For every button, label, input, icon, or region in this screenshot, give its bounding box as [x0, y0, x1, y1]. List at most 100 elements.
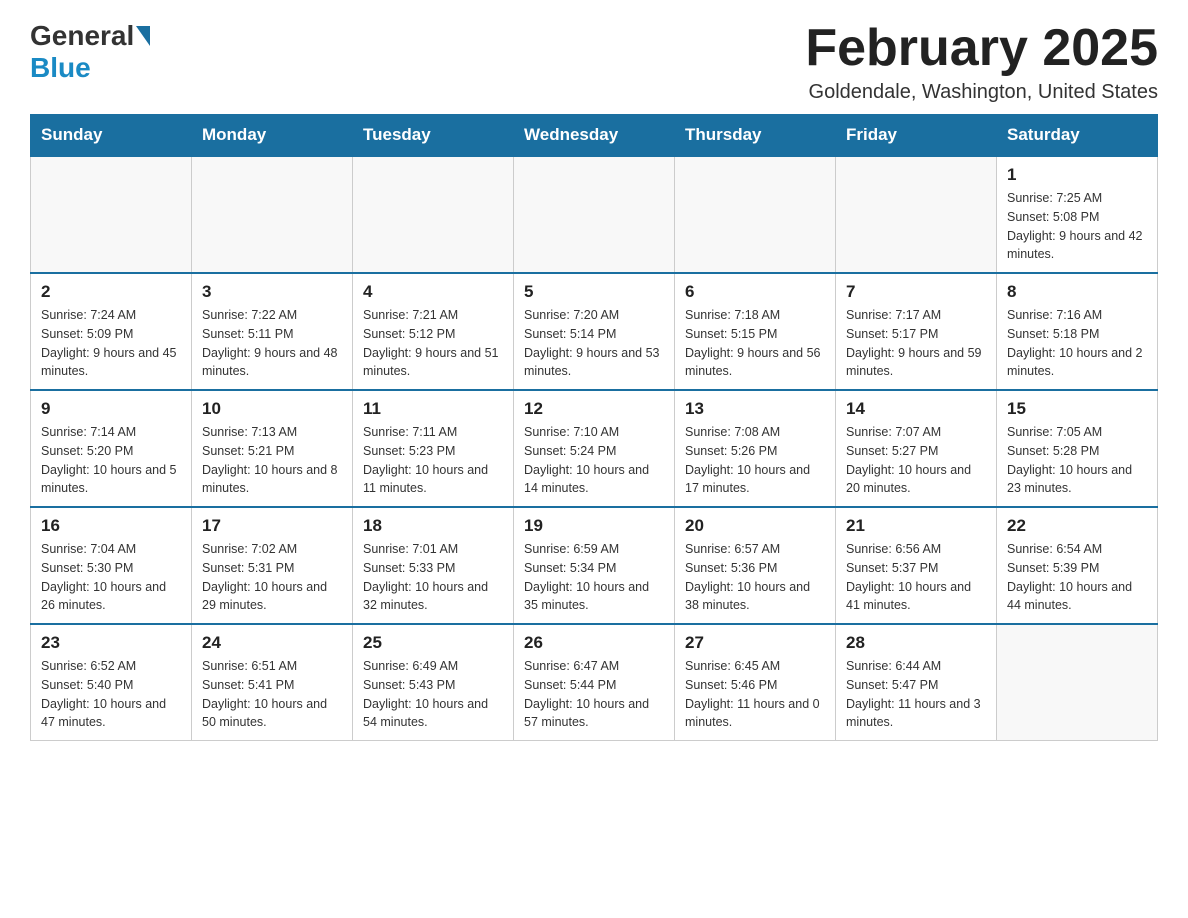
day-number: 4 [363, 282, 503, 302]
day-info: Sunrise: 6:56 AM Sunset: 5:37 PM Dayligh… [846, 540, 986, 615]
day-number: 2 [41, 282, 181, 302]
day-number: 27 [685, 633, 825, 653]
day-number: 3 [202, 282, 342, 302]
day-of-week-header: Friday [836, 115, 997, 157]
calendar-day-cell: 17 Sunrise: 7:02 AM Sunset: 5:31 PM Dayli… [192, 507, 353, 624]
day-number: 28 [846, 633, 986, 653]
month-title: February 2025 [805, 20, 1158, 77]
day-info: Sunrise: 7:14 AM Sunset: 5:20 PM Dayligh… [41, 423, 181, 498]
calendar-day-cell: 23Sunrise: 6:52 AM Sunset: 5:40 PM Dayli… [31, 624, 192, 741]
day-info: Sunrise: 7:22 AM Sunset: 5:11 PM Dayligh… [202, 306, 342, 381]
calendar-day-cell [353, 156, 514, 273]
calendar-day-cell: 20Sunrise: 6:57 AM Sunset: 5:36 PM Dayli… [675, 507, 836, 624]
calendar-header-row: SundayMondayTuesdayWednesdayThursdayFrid… [31, 115, 1158, 157]
calendar-day-cell: 3 Sunrise: 7:22 AM Sunset: 5:11 PM Daylig… [192, 273, 353, 390]
day-info: Sunrise: 7:18 AM Sunset: 5:15 PM Dayligh… [685, 306, 825, 381]
calendar-day-cell [675, 156, 836, 273]
day-number: 20 [685, 516, 825, 536]
calendar-day-cell: 7 Sunrise: 7:17 AM Sunset: 5:17 PM Daylig… [836, 273, 997, 390]
day-info: Sunrise: 7:05 AM Sunset: 5:28 PM Dayligh… [1007, 423, 1147, 498]
day-info: Sunrise: 7:13 AM Sunset: 5:21 PM Dayligh… [202, 423, 342, 498]
day-number: 5 [524, 282, 664, 302]
calendar-day-cell: 19 Sunrise: 6:59 AM Sunset: 5:34 PM Dayli… [514, 507, 675, 624]
day-number: 25 [363, 633, 503, 653]
location: Goldendale, Washington, United States [805, 81, 1158, 104]
calendar-day-cell: 27 Sunrise: 6:45 AM Sunset: 5:46 PM Dayli… [675, 624, 836, 741]
day-of-week-header: Tuesday [353, 115, 514, 157]
calendar-day-cell: 12 Sunrise: 7:10 AM Sunset: 5:24 PM Dayli… [514, 390, 675, 507]
day-number: 12 [524, 399, 664, 419]
day-info: Sunrise: 7:20 AM Sunset: 5:14 PM Dayligh… [524, 306, 664, 381]
day-number: 22 [1007, 516, 1147, 536]
day-number: 7 [846, 282, 986, 302]
day-info: Sunrise: 6:49 AM Sunset: 5:43 PM Dayligh… [363, 657, 503, 732]
day-number: 24 [202, 633, 342, 653]
day-info: Sunrise: 6:44 AM Sunset: 5:47 PM Dayligh… [846, 657, 986, 732]
day-of-week-header: Sunday [31, 115, 192, 157]
title-section: February 2025 Goldendale, Washington, Un… [805, 20, 1158, 104]
day-of-week-header: Wednesday [514, 115, 675, 157]
day-info: Sunrise: 7:11 AM Sunset: 5:23 PM Dayligh… [363, 423, 503, 498]
calendar-week-row: 2 Sunrise: 7:24 AM Sunset: 5:09 PM Daylig… [31, 273, 1158, 390]
calendar-day-cell: 10 Sunrise: 7:13 AM Sunset: 5:21 PM Dayli… [192, 390, 353, 507]
logo-general-text: General [30, 20, 134, 52]
day-number: 18 [363, 516, 503, 536]
day-number: 21 [846, 516, 986, 536]
calendar-day-cell [997, 624, 1158, 741]
day-info: Sunrise: 7:08 AM Sunset: 5:26 PM Dayligh… [685, 423, 825, 498]
day-info: Sunrise: 7:01 AM Sunset: 5:33 PM Dayligh… [363, 540, 503, 615]
calendar-day-cell: 11 Sunrise: 7:11 AM Sunset: 5:23 PM Dayli… [353, 390, 514, 507]
day-number: 8 [1007, 282, 1147, 302]
calendar-table: SundayMondayTuesdayWednesdayThursdayFrid… [30, 114, 1158, 741]
calendar-week-row: 16Sunrise: 7:04 AM Sunset: 5:30 PM Dayli… [31, 507, 1158, 624]
day-number: 11 [363, 399, 503, 419]
day-info: Sunrise: 7:10 AM Sunset: 5:24 PM Dayligh… [524, 423, 664, 498]
calendar-day-cell: 4 Sunrise: 7:21 AM Sunset: 5:12 PM Daylig… [353, 273, 514, 390]
day-number: 1 [1007, 165, 1147, 185]
day-number: 15 [1007, 399, 1147, 419]
day-info: Sunrise: 7:17 AM Sunset: 5:17 PM Dayligh… [846, 306, 986, 381]
day-number: 14 [846, 399, 986, 419]
day-info: Sunrise: 7:21 AM Sunset: 5:12 PM Dayligh… [363, 306, 503, 381]
day-info: Sunrise: 6:45 AM Sunset: 5:46 PM Dayligh… [685, 657, 825, 732]
calendar-day-cell: 22 Sunrise: 6:54 AM Sunset: 5:39 PM Dayli… [997, 507, 1158, 624]
day-info: Sunrise: 7:02 AM Sunset: 5:31 PM Dayligh… [202, 540, 342, 615]
calendar-week-row: 23Sunrise: 6:52 AM Sunset: 5:40 PM Dayli… [31, 624, 1158, 741]
page-header: General Blue February 2025 Goldendale, W… [30, 20, 1158, 104]
day-info: Sunrise: 6:59 AM Sunset: 5:34 PM Dayligh… [524, 540, 664, 615]
day-info: Sunrise: 7:16 AM Sunset: 5:18 PM Dayligh… [1007, 306, 1147, 381]
calendar-day-cell: 24 Sunrise: 6:51 AM Sunset: 5:41 PM Dayli… [192, 624, 353, 741]
calendar-week-row: 9 Sunrise: 7:14 AM Sunset: 5:20 PM Daylig… [31, 390, 1158, 507]
logo-blue-text: Blue [30, 52, 91, 83]
day-number: 10 [202, 399, 342, 419]
calendar-day-cell: 28 Sunrise: 6:44 AM Sunset: 5:47 PM Dayli… [836, 624, 997, 741]
day-number: 6 [685, 282, 825, 302]
calendar-day-cell: 18 Sunrise: 7:01 AM Sunset: 5:33 PM Dayli… [353, 507, 514, 624]
calendar-day-cell: 14Sunrise: 7:07 AM Sunset: 5:27 PM Dayli… [836, 390, 997, 507]
calendar-day-cell: 8 Sunrise: 7:16 AM Sunset: 5:18 PM Daylig… [997, 273, 1158, 390]
day-info: Sunrise: 6:52 AM Sunset: 5:40 PM Dayligh… [41, 657, 181, 732]
calendar-day-cell [31, 156, 192, 273]
day-info: Sunrise: 6:51 AM Sunset: 5:41 PM Dayligh… [202, 657, 342, 732]
day-number: 19 [524, 516, 664, 536]
day-number: 17 [202, 516, 342, 536]
day-number: 9 [41, 399, 181, 419]
calendar-day-cell [192, 156, 353, 273]
logo-arrow-icon [136, 26, 150, 46]
calendar-day-cell: 13Sunrise: 7:08 AM Sunset: 5:26 PM Dayli… [675, 390, 836, 507]
calendar-day-cell: 1 Sunrise: 7:25 AM Sunset: 5:08 PM Daylig… [997, 156, 1158, 273]
day-number: 16 [41, 516, 181, 536]
day-number: 26 [524, 633, 664, 653]
day-info: Sunrise: 6:54 AM Sunset: 5:39 PM Dayligh… [1007, 540, 1147, 615]
calendar-day-cell: 6 Sunrise: 7:18 AM Sunset: 5:15 PM Daylig… [675, 273, 836, 390]
day-of-week-header: Saturday [997, 115, 1158, 157]
calendar-day-cell [836, 156, 997, 273]
calendar-day-cell: 25 Sunrise: 6:49 AM Sunset: 5:43 PM Dayli… [353, 624, 514, 741]
calendar-day-cell: 16Sunrise: 7:04 AM Sunset: 5:30 PM Dayli… [31, 507, 192, 624]
day-info: Sunrise: 7:25 AM Sunset: 5:08 PM Dayligh… [1007, 189, 1147, 264]
day-info: Sunrise: 7:24 AM Sunset: 5:09 PM Dayligh… [41, 306, 181, 381]
calendar-day-cell: 2 Sunrise: 7:24 AM Sunset: 5:09 PM Daylig… [31, 273, 192, 390]
day-of-week-header: Monday [192, 115, 353, 157]
calendar-day-cell: 21 Sunrise: 6:56 AM Sunset: 5:37 PM Dayli… [836, 507, 997, 624]
calendar-day-cell: 15 Sunrise: 7:05 AM Sunset: 5:28 PM Dayli… [997, 390, 1158, 507]
